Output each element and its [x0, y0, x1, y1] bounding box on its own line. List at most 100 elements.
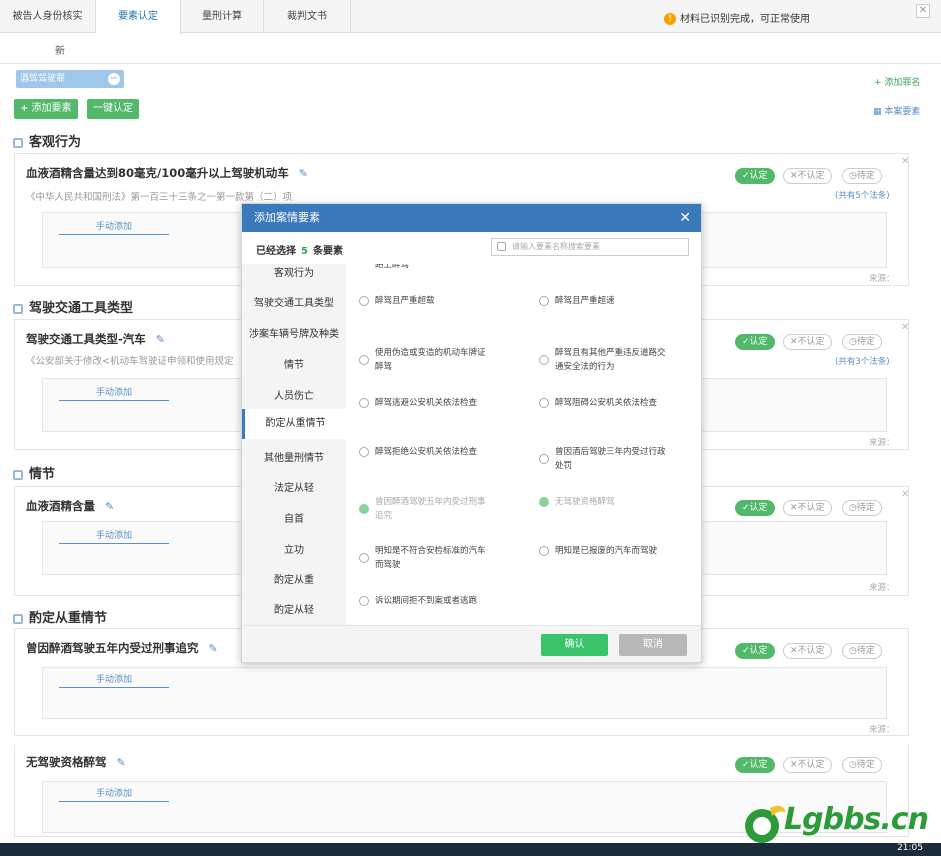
menu-item[interactable]: 情节 — [242, 356, 346, 371]
option-radio[interactable]: 醉驾阻碍公安机关依法检查 — [539, 396, 669, 410]
delete-icon[interactable]: ✕ — [901, 322, 909, 333]
option-radio[interactable]: 醉驾且严重超载 — [359, 294, 489, 308]
option-radio[interactable]: 醉驾且有其他严重违反道路交通安全法的行为 — [539, 346, 669, 374]
menu-item[interactable]: 其他量刑情节 — [242, 449, 346, 464]
option-radio[interactable]: 使用伪造或变造的机动车牌证醉驾 — [359, 346, 489, 374]
tab-sentence-calc[interactable]: 量刑计算 — [181, 0, 264, 33]
close-icon[interactable]: ✕ — [679, 204, 691, 232]
option-radio[interactable]: 诉讼期间拒不到案或者逃跑 — [359, 594, 489, 608]
delete-icon[interactable]: ✕ — [901, 489, 909, 500]
menu-item-active[interactable]: 酌定从重情节 — [242, 409, 346, 439]
pending-button[interactable]: ◷待定 — [842, 757, 882, 773]
pending-button[interactable]: ◷待定 — [842, 500, 882, 516]
menu-item[interactable]: 酌定从轻 — [242, 601, 346, 616]
confirm-button[interactable]: ✓认定 — [735, 500, 775, 516]
reject-button[interactable]: ✕不认定 — [783, 643, 832, 659]
edit-icon[interactable]: ✎ — [299, 167, 308, 180]
pending-button[interactable]: ◷待定 — [842, 643, 882, 659]
cancel-dialog-button[interactable]: 取消 — [619, 634, 687, 656]
section-title: 驾驶交通工具类型 — [13, 297, 133, 316]
option-radio[interactable]: 曾因酒后驾驶三年内受过行政处罚 — [539, 445, 669, 473]
tab-defendant-identity[interactable]: 被告人身份核实 — [0, 0, 96, 33]
law-reference[interactable]: 《中华人民共和国刑法》第一百三十三条之一第一款第（二）项 — [26, 189, 292, 203]
confirm-button[interactable]: ✓认定 — [735, 757, 775, 773]
dialog-header: 添加案情要素 ✕ — [242, 204, 701, 232]
menu-item[interactable]: 涉案车辆号牌及种类 — [242, 325, 346, 340]
confirm-button[interactable]: ✓认定 — [735, 334, 775, 350]
check-icon — [539, 497, 549, 507]
manual-add-tab[interactable]: 手动添加 — [59, 786, 169, 802]
reject-button[interactable]: ✕不认定 — [783, 500, 832, 516]
option-radio[interactable]: 明知是不符合安检标准的汽车而驾驶 — [359, 544, 489, 572]
menu-item[interactable]: 法定从轻 — [242, 479, 346, 494]
crime-chip[interactable]: 酒驾驾驶罪 − — [16, 70, 124, 88]
case-elements-link[interactable]: ▦ 本案要素 — [873, 104, 920, 117]
manual-add-tab[interactable]: 手动添加 — [59, 672, 169, 688]
edit-icon[interactable]: ✎ — [117, 756, 126, 769]
confirm-button[interactable]: ✓认定 — [735, 168, 775, 184]
dialog-toolbar: 已经选择 5 条要素 请输入要素名称搜索要素 — [242, 232, 701, 264]
pending-button[interactable]: ◷待定 — [842, 168, 882, 184]
source-label: 来源： — [869, 583, 895, 593]
sub-tab[interactable]: 新 — [55, 42, 65, 57]
reject-button[interactable]: ✕不认定 — [783, 757, 832, 773]
option-radio[interactable]: 醉驾拒绝公安机关依法检查 — [359, 445, 489, 459]
clock: 21:05 — [897, 843, 923, 853]
tab-judgment-doc[interactable]: 裁判文书 — [264, 0, 351, 33]
add-crime-link[interactable]: + 添加罪名 — [874, 75, 920, 88]
manual-add-tab[interactable]: 手动添加 — [59, 219, 169, 235]
radio-icon — [539, 546, 549, 556]
law-reference[interactable]: 《公安部关于修改<机动车驾驶证申领和使用规定 — [26, 353, 244, 367]
check-icon — [359, 504, 369, 514]
menu-item[interactable]: 人员伤亡 — [242, 387, 346, 402]
confirm-button[interactable]: ✓认定 — [735, 643, 775, 659]
element-title: 血液酒精含量达到80毫克/100毫升以上驾驶机动车 ✎ — [26, 166, 308, 180]
element-title: 血液酒精含量 ✎ — [26, 499, 115, 513]
delete-icon[interactable]: ✕ — [901, 156, 909, 167]
site-logo: Lgbbs.cn — [742, 790, 932, 850]
radio-icon — [359, 553, 369, 563]
menu-item[interactable]: 客观行为 — [242, 264, 346, 279]
dialog-footer: 确认 取消 — [242, 625, 701, 662]
menu-item[interactable]: 驾驶交通工具类型 — [242, 294, 346, 309]
option-label: 路上醉驾 — [375, 264, 410, 270]
one-click-confirm-button[interactable]: 一键认定 — [87, 99, 139, 119]
edit-icon[interactable]: ✎ — [209, 642, 218, 655]
menu-item[interactable]: 自首 — [242, 510, 346, 525]
confirm-dialog-button[interactable]: 确认 — [541, 634, 608, 656]
close-icon[interactable]: ✕ — [916, 4, 930, 18]
element-search-input[interactable]: 请输入要素名称搜索要素 — [491, 238, 689, 256]
radio-icon — [539, 454, 549, 464]
edit-icon[interactable]: ✎ — [156, 333, 165, 346]
category-menu: 客观行为 驾驶交通工具类型 涉案车辆号牌及种类 情节 人员伤亡 酌定从重情节 其… — [242, 264, 346, 625]
add-element-button[interactable]: + 添加要素 — [14, 99, 78, 119]
manual-add-tab[interactable]: 手动添加 — [59, 528, 169, 544]
top-tab-bar: 被告人身份核实 要素认定 量刑计算 裁判文书 ! 材料已识别完成，可正常使用 ✕ — [0, 0, 941, 34]
element-title: 无驾驶资格醉驾 ✎ — [26, 755, 126, 769]
option-list: 路上醉驾 醉驾且严重超载 醉驾且严重超速 使用伪造或变造的机动车牌证醉驾 醉驾且… — [346, 264, 701, 625]
reject-button[interactable]: ✕不认定 — [783, 334, 832, 350]
search-icon — [497, 242, 506, 251]
option-radio[interactable]: 醉驾且严重超速 — [539, 294, 669, 308]
menu-item[interactable]: 酌定从重 — [242, 571, 346, 586]
section-icon — [13, 303, 23, 314]
source-label: 来源： — [869, 274, 895, 284]
remove-icon[interactable]: − — [108, 73, 120, 85]
edit-icon[interactable]: ✎ — [105, 500, 114, 513]
law-count[interactable]: (共有3个法条) — [835, 355, 890, 367]
option-radio[interactable]: 明知是已报废的汽车而驾驶 — [539, 544, 669, 558]
section-title: 情节 — [13, 463, 55, 482]
pending-button[interactable]: ◷待定 — [842, 334, 882, 350]
grid-icon: ▦ — [873, 107, 885, 117]
section-title: 客观行为 — [13, 131, 81, 150]
reject-button[interactable]: ✕不认定 — [783, 168, 832, 184]
menu-item[interactable]: 立功 — [242, 541, 346, 556]
source-label: 来源： — [869, 438, 895, 448]
add-element-dialog: 添加案情要素 ✕ 已经选择 5 条要素 请输入要素名称搜索要素 客观行为 驾驶交通工具… — [241, 203, 702, 663]
radio-icon — [359, 596, 369, 606]
law-count[interactable]: (共有5个法条) — [835, 189, 890, 201]
source-label: 来源： — [869, 725, 895, 735]
manual-add-tab[interactable]: 手动添加 — [59, 385, 169, 401]
tab-element-confirm[interactable]: 要素认定 — [96, 0, 181, 34]
option-radio[interactable]: 醉驾逃避公安机关依法检查 — [359, 396, 489, 410]
